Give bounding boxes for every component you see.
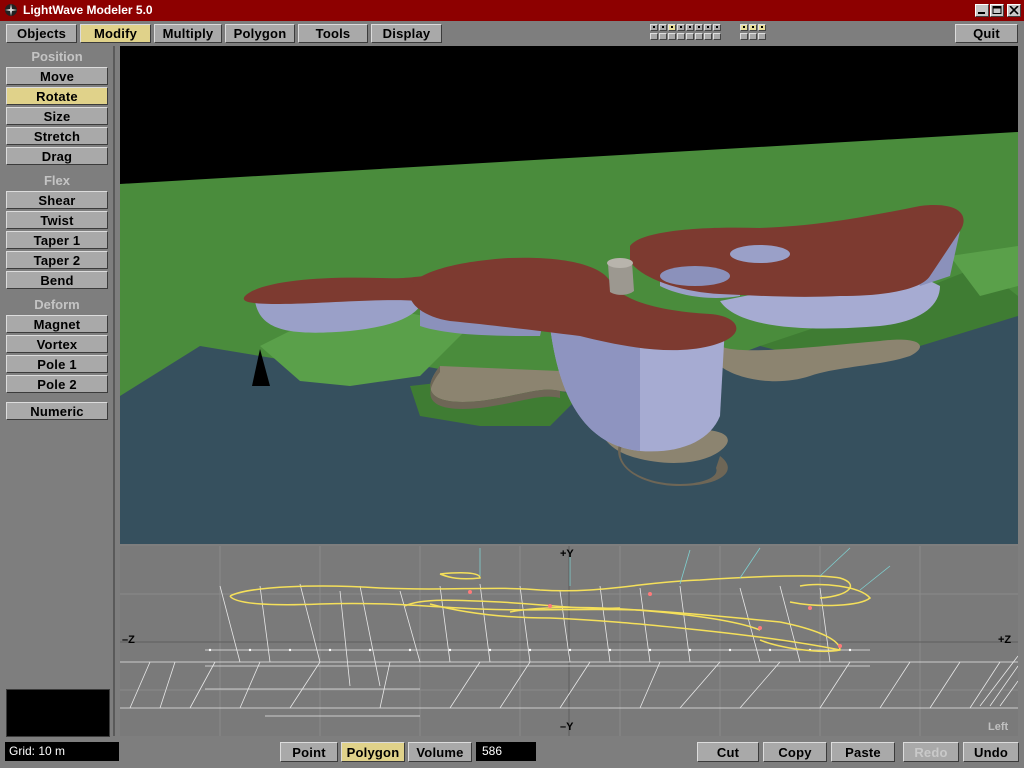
layer-button[interactable]: [749, 24, 757, 31]
layer-button[interactable]: [713, 24, 721, 31]
panel-divider[interactable]: [113, 46, 115, 736]
perspective-render: [120, 46, 1018, 544]
tab-objects[interactable]: Objects: [6, 24, 77, 43]
layer-button[interactable]: [758, 24, 766, 31]
copy-button[interactable]: Copy: [763, 742, 827, 762]
wireframe-render: [120, 546, 1018, 736]
preview-window: [6, 689, 110, 737]
axis-label-minus-y: –Y: [560, 721, 574, 733]
layer-button[interactable]: [695, 33, 703, 40]
grid-size-readout: Grid: 10 m: [5, 742, 119, 761]
tab-polygon[interactable]: Polygon: [225, 24, 295, 43]
pole-1-button[interactable]: Pole 1: [6, 355, 108, 373]
layer-button[interactable]: [686, 33, 694, 40]
tab-tools[interactable]: Tools: [298, 24, 368, 43]
minimize-button[interactable]: [975, 4, 989, 17]
section-label-deform: Deform: [34, 297, 80, 312]
layer-button[interactable]: [650, 24, 658, 31]
close-button[interactable]: [1007, 4, 1021, 17]
rotate-button[interactable]: Rotate: [6, 87, 108, 105]
vortex-button[interactable]: Vortex: [6, 335, 108, 353]
layer-button[interactable]: [704, 24, 712, 31]
select-mode-volume[interactable]: Volume: [408, 742, 472, 762]
redo-button[interactable]: Redo: [903, 742, 959, 762]
section-label-position: Position: [31, 49, 83, 64]
layer-button[interactable]: [758, 33, 766, 40]
select-mode-point[interactable]: Point: [280, 742, 338, 762]
stretch-button[interactable]: Stretch: [6, 127, 108, 145]
window-title: LightWave Modeler 5.0: [23, 3, 153, 17]
shear-button[interactable]: Shear: [6, 191, 108, 209]
minimize-icon: [978, 12, 985, 14]
layer-button[interactable]: [659, 33, 667, 40]
drag-button[interactable]: Drag: [6, 147, 108, 165]
section-label-flex: Flex: [43, 173, 70, 188]
twist-button[interactable]: Twist: [6, 211, 108, 229]
title-bar: LightWave Modeler 5.0: [0, 0, 1024, 21]
magnet-button[interactable]: Magnet: [6, 315, 108, 333]
side-view-viewport[interactable]: +Y –Y –Z +Z Left: [120, 546, 1018, 736]
size-button[interactable]: Size: [6, 107, 108, 125]
axis-label-plus-z: +Z: [998, 634, 1012, 646]
select-mode-polygon[interactable]: Polygon: [341, 742, 405, 762]
undo-button[interactable]: Undo: [963, 742, 1019, 762]
axis-label-plus-y: +Y: [560, 548, 574, 560]
layer-button[interactable]: [659, 24, 667, 31]
layer-button[interactable]: [713, 33, 721, 40]
layer-button[interactable]: [668, 33, 676, 40]
selection-count: 586: [476, 742, 536, 761]
layer-button[interactable]: [677, 24, 685, 31]
perspective-viewport[interactable]: [120, 46, 1018, 544]
layer-button[interactable]: [677, 33, 685, 40]
tab-modify[interactable]: Modify: [80, 24, 151, 43]
layer-button[interactable]: [650, 33, 658, 40]
layer-button[interactable]: [704, 33, 712, 40]
layer-button[interactable]: [668, 24, 676, 31]
layer-button[interactable]: [740, 33, 748, 40]
bend-button[interactable]: Bend: [6, 271, 108, 289]
tab-display[interactable]: Display: [371, 24, 442, 43]
maximize-icon: [992, 6, 1002, 14]
numeric-button[interactable]: Numeric: [6, 402, 108, 420]
view-name-label: Left: [988, 721, 1009, 733]
layer-button[interactable]: [695, 24, 703, 31]
lightwave-app-icon[interactable]: [4, 3, 18, 17]
maximize-button[interactable]: [990, 4, 1004, 17]
layer-button[interactable]: [749, 33, 757, 40]
taper-1-button[interactable]: Taper 1: [6, 231, 108, 249]
paste-button[interactable]: Paste: [831, 742, 895, 762]
pole-2-button[interactable]: Pole 2: [6, 375, 108, 393]
quit-button[interactable]: Quit: [955, 24, 1018, 43]
taper-2-button[interactable]: Taper 2: [6, 251, 108, 269]
close-icon: [1009, 6, 1019, 15]
cut-button[interactable]: Cut: [697, 742, 759, 762]
axis-label-minus-z: –Z: [122, 634, 135, 646]
layer-button[interactable]: [686, 24, 694, 31]
layer-button[interactable]: [740, 24, 748, 31]
move-button[interactable]: Move: [6, 67, 108, 85]
tab-multiply[interactable]: Multiply: [154, 24, 222, 43]
